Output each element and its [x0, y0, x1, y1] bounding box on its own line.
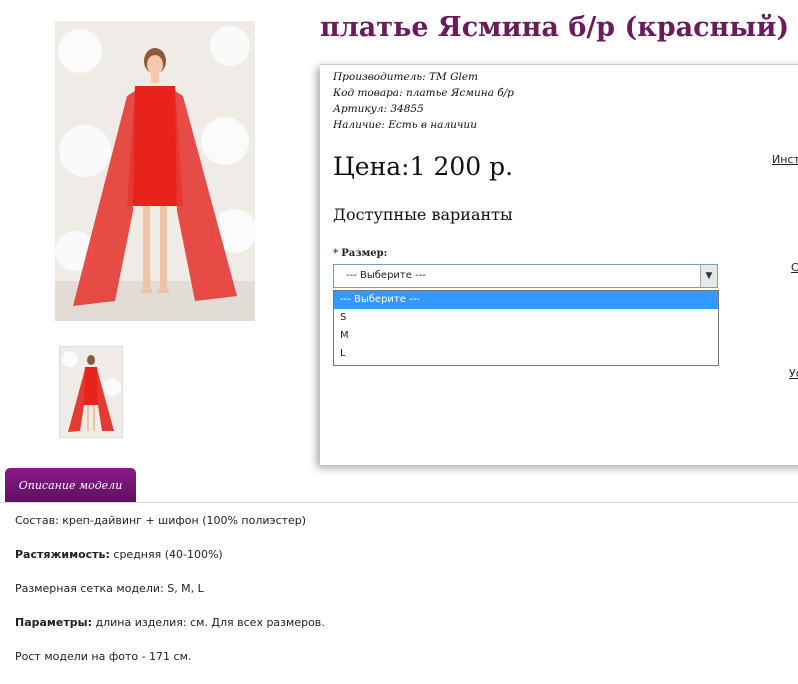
required-star: *: [333, 248, 339, 259]
size-select[interactable]: --- Выберите --- ▼: [333, 264, 718, 288]
meta-product-code: Код товара: платье Ясмина б/р: [333, 85, 514, 101]
size-option[interactable]: S: [334, 309, 718, 327]
meta-article: Артикул: 34855: [333, 101, 514, 117]
desc-line: Рост модели на фото - 171 см.: [15, 650, 785, 663]
product-meta-list: Производитель: TM Glem Код товара: плать…: [333, 69, 514, 133]
side-link-us[interactable]: Ус: [789, 367, 798, 380]
chevron-down-icon[interactable]: ▼: [700, 265, 717, 287]
meta-value: Есть в наличии: [388, 119, 477, 131]
product-main-image[interactable]: [55, 21, 255, 321]
product-thumbnail[interactable]: [59, 346, 123, 438]
side-link-instruction[interactable]: Инст: [772, 153, 798, 166]
meta-label: Код товара:: [333, 87, 403, 99]
description-body: Состав: креп-дайвинг + шифон (100% полиэ…: [15, 514, 785, 684]
product-title: платье Ясмина б/р (красный): [320, 12, 790, 43]
product-price: Цена:1 200 р.: [333, 152, 514, 181]
product-photo-woman-red-dress: [55, 21, 255, 321]
desc-line-text: средняя (40-100%): [109, 548, 223, 561]
meta-value[interactable]: TM Glem: [429, 71, 478, 83]
desc-line-label: Параметры:: [15, 616, 92, 629]
meta-value: 34855: [390, 103, 424, 115]
desc-line-label: Растяжимость:: [15, 548, 110, 561]
desc-line-text: Рост модели на фото - 171 см.: [15, 650, 192, 663]
tab-divider: [0, 502, 798, 503]
desc-line: Растяжимость: средняя (40-100%): [15, 548, 785, 561]
size-option[interactable]: M: [334, 327, 718, 345]
size-dropdown-list: --- Выберите --- S M L: [333, 290, 719, 366]
meta-label: Производитель:: [333, 71, 426, 83]
desc-line: Размерная сетка модели: S, M, L: [15, 582, 785, 595]
size-select-value: --- Выберите ---: [346, 270, 426, 281]
size-option[interactable]: L: [334, 345, 718, 363]
side-link-c[interactable]: С: [791, 261, 798, 274]
desc-line: Параметры: длина изделия: см. Для всех р…: [15, 616, 785, 629]
meta-label: Наличие:: [333, 119, 385, 131]
desc-line-text: длина изделия: см. Для всех размеров.: [91, 616, 325, 629]
desc-line-text: Размерная сетка модели: S, M, L: [15, 582, 204, 595]
meta-label: Артикул:: [333, 103, 387, 115]
size-label: * Размер:: [333, 248, 387, 259]
meta-value: платье Ясмина б/р: [405, 87, 514, 99]
size-label-text: Размер:: [341, 248, 388, 259]
tab-description[interactable]: Описание модели: [5, 468, 136, 503]
meta-availability: Наличие: Есть в наличии: [333, 117, 514, 133]
desc-line-text: Состав: креп-дайвинг + шифон (100% полиэ…: [15, 514, 307, 527]
desc-line: Состав: креп-дайвинг + шифон (100% полиэ…: [15, 514, 785, 527]
variants-heading: Доступные варианты: [333, 205, 513, 224]
size-option[interactable]: --- Выберите ---: [334, 291, 718, 309]
meta-manufacturer: Производитель: TM Glem: [333, 69, 514, 85]
product-thumbnail-image: [60, 347, 122, 437]
